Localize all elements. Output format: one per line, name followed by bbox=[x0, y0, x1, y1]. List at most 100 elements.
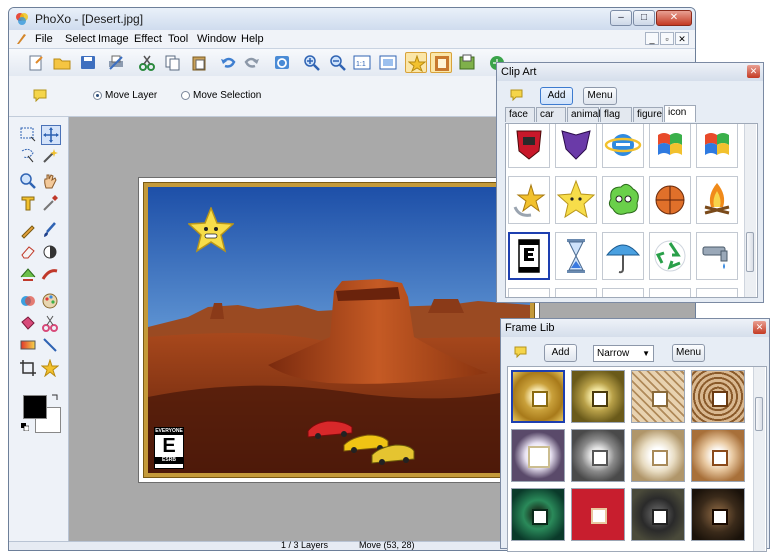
swap-colors-icon[interactable] bbox=[51, 393, 59, 401]
minimize-button[interactable]: – bbox=[610, 10, 632, 26]
hand-tool[interactable] bbox=[41, 172, 61, 192]
pencil-tool[interactable] bbox=[19, 221, 39, 241]
eraser-tool[interactable] bbox=[19, 243, 39, 263]
default-colors-icon[interactable] bbox=[21, 423, 29, 431]
copy-button[interactable] bbox=[162, 52, 184, 73]
frame-cream[interactable] bbox=[631, 429, 685, 482]
new-button[interactable] bbox=[25, 52, 47, 73]
menu-help[interactable]: Help bbox=[241, 33, 264, 45]
framelib-scrollbar[interactable] bbox=[753, 367, 765, 551]
menu-window[interactable]: Window bbox=[197, 33, 236, 45]
cars-sticker[interactable] bbox=[306, 417, 416, 467]
menu-select[interactable]: Select bbox=[65, 33, 96, 45]
clipart-scroll-thumb[interactable] bbox=[746, 232, 754, 272]
frame-beige-pattern[interactable] bbox=[631, 370, 685, 423]
close-button[interactable]: ✕ bbox=[656, 10, 692, 26]
save-button[interactable] bbox=[77, 52, 99, 73]
maximize-button[interactable]: □ bbox=[633, 10, 655, 26]
export-button[interactable] bbox=[456, 52, 478, 73]
zoom-out-button[interactable] bbox=[327, 52, 349, 73]
clip-row4-1[interactable] bbox=[508, 288, 550, 297]
esrb-everyone-sticker[interactable]: EVERYONE E ESRB bbox=[154, 427, 184, 469]
bucket-tool[interactable] bbox=[19, 314, 39, 334]
smudge-tool[interactable] bbox=[41, 265, 61, 285]
paste-button[interactable] bbox=[188, 52, 210, 73]
zoom-in-button[interactable] bbox=[301, 52, 323, 73]
clip-faucet[interactable] bbox=[696, 232, 738, 280]
frame-dark-grey[interactable] bbox=[631, 488, 685, 541]
rect-select-tool[interactable] bbox=[19, 125, 39, 145]
fit-window-button[interactable] bbox=[377, 52, 399, 73]
refresh-button[interactable] bbox=[271, 52, 293, 73]
brush-tool[interactable] bbox=[41, 221, 61, 241]
clip-hourglass[interactable] bbox=[555, 232, 597, 280]
clip-umbrella[interactable] bbox=[602, 232, 644, 280]
clipart-scrollbar[interactable] bbox=[744, 124, 756, 297]
redo-button[interactable] bbox=[241, 52, 263, 73]
star-tool-button[interactable] bbox=[405, 52, 427, 73]
print-button[interactable] bbox=[105, 52, 127, 73]
frame-green[interactable] bbox=[511, 488, 565, 541]
smiling-star-sticker[interactable] bbox=[188, 207, 234, 253]
gradient-tool[interactable] bbox=[19, 336, 39, 356]
framelib-scroll-thumb[interactable] bbox=[755, 397, 763, 431]
tab-animal[interactable]: animal bbox=[567, 107, 600, 122]
frame-style-select[interactable]: Narrow ▼ bbox=[593, 345, 654, 362]
move-layer-radio[interactable]: Move Layer bbox=[93, 90, 157, 101]
doc-restore-button[interactable]: ▫ bbox=[660, 32, 674, 45]
doc-minimize-button[interactable]: _ bbox=[645, 32, 659, 45]
frame-tool-button[interactable] bbox=[430, 52, 452, 73]
menu-image[interactable]: Image bbox=[98, 33, 129, 45]
tab-figure[interactable]: figure bbox=[633, 107, 663, 122]
undo-button[interactable] bbox=[217, 52, 239, 73]
clip-esrb-everyone[interactable] bbox=[508, 232, 550, 280]
frame-purple[interactable] bbox=[511, 429, 565, 482]
frame-brown-wave[interactable] bbox=[691, 370, 745, 423]
menu-tool[interactable]: Tool bbox=[168, 33, 188, 45]
clip-star-swoosh[interactable] bbox=[508, 176, 550, 224]
clip-green-blob[interactable] bbox=[602, 176, 644, 224]
clip-campfire[interactable] bbox=[696, 176, 738, 224]
crop-tool[interactable] bbox=[19, 359, 39, 379]
desert-photo[interactable]: EVERYONE E ESRB bbox=[143, 182, 535, 478]
move-selection-radio[interactable]: Move Selection bbox=[181, 90, 261, 101]
open-button[interactable] bbox=[51, 52, 73, 73]
move-tool[interactable] bbox=[41, 125, 61, 145]
clipart-close-button[interactable]: ✕ bbox=[747, 65, 760, 78]
tab-icon[interactable]: icon bbox=[664, 105, 696, 122]
clip-internet-explorer[interactable] bbox=[602, 124, 644, 168]
contrast-tool[interactable] bbox=[41, 243, 61, 263]
doc-close-button[interactable]: ✕ bbox=[675, 32, 689, 45]
magic-wand-tool[interactable] bbox=[41, 147, 61, 167]
tab-flag[interactable]: flag bbox=[600, 107, 632, 122]
frame-gold[interactable] bbox=[511, 370, 565, 423]
shape-star-tool[interactable] bbox=[40, 358, 61, 379]
clipart-menu-button[interactable]: Menu bbox=[583, 87, 617, 105]
tab-car[interactable]: car bbox=[536, 107, 566, 122]
palette-tool[interactable] bbox=[41, 292, 61, 312]
frame-grey[interactable] bbox=[571, 429, 625, 482]
framelib-add-button[interactable]: Add bbox=[544, 344, 577, 362]
clip-row4-2[interactable] bbox=[555, 288, 597, 297]
actual-size-button[interactable]: 1:1 bbox=[351, 52, 373, 73]
clone-tool[interactable] bbox=[19, 265, 39, 285]
clip-row4-3[interactable] bbox=[602, 288, 644, 297]
frame-dark-brown[interactable] bbox=[691, 488, 745, 541]
clip-windows-blue[interactable] bbox=[649, 124, 691, 168]
frame-tan[interactable] bbox=[691, 429, 745, 482]
frame-red[interactable] bbox=[571, 488, 625, 541]
menu-file[interactable]: File bbox=[35, 33, 53, 45]
clip-basketball[interactable] bbox=[649, 176, 691, 224]
eyedropper-tool[interactable] bbox=[41, 194, 61, 214]
tab-face[interactable]: face bbox=[505, 107, 535, 122]
clip-decepticons[interactable] bbox=[555, 124, 597, 168]
cut-button[interactable] bbox=[136, 52, 158, 73]
framelib-close-button[interactable]: ✕ bbox=[753, 321, 766, 334]
clip-windows[interactable] bbox=[696, 124, 738, 168]
frame-olive[interactable] bbox=[571, 370, 625, 423]
zoom-tool[interactable] bbox=[19, 172, 39, 192]
clip-row4-4[interactable] bbox=[649, 288, 691, 297]
lasso-tool[interactable] bbox=[19, 147, 39, 167]
clipart-add-button[interactable]: Add bbox=[540, 87, 573, 105]
clip-recycle[interactable] bbox=[649, 232, 691, 280]
